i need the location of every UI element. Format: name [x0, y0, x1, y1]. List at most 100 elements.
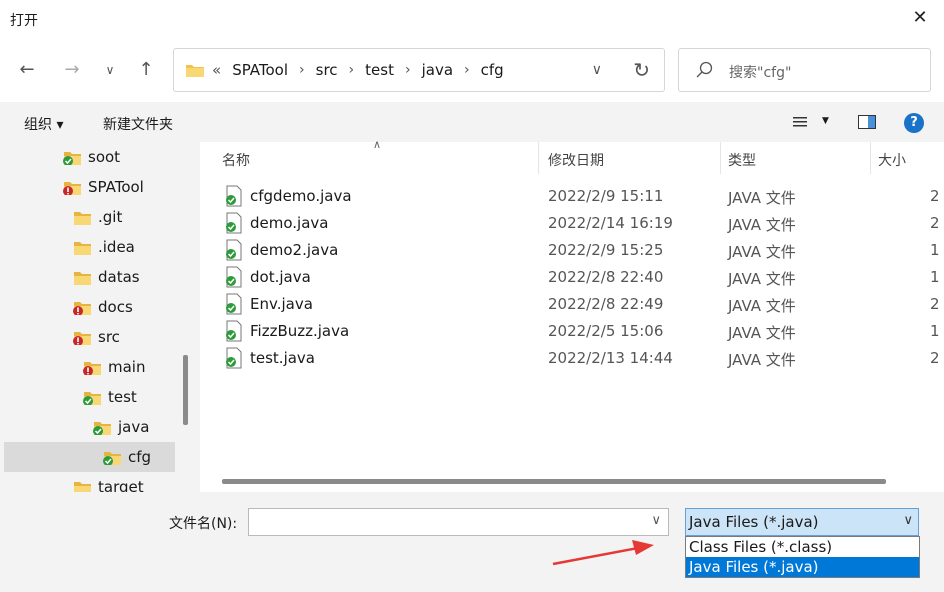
file-size: 1	[930, 322, 940, 340]
search-icon	[696, 61, 713, 78]
tree-item-idea[interactable]: .idea	[4, 232, 175, 262]
file-row[interactable]: demo.java 2022/2/14 16:19 JAVA 文件 2	[222, 210, 944, 237]
column-header-date[interactable]: 修改日期	[548, 150, 604, 170]
sort-up-icon: ∧	[373, 138, 382, 151]
breadcrumb-item[interactable]: test	[365, 61, 394, 79]
breadcrumb-overflow[interactable]: «	[212, 61, 221, 79]
tree-item-label: SPATool	[88, 178, 144, 196]
breadcrumb-item[interactable]: src	[316, 61, 338, 79]
folder-icon	[83, 362, 101, 375]
column-divider[interactable]	[538, 142, 539, 174]
file-row[interactable]: FizzBuzz.java 2022/2/5 15:06 JAVA 文件 1	[222, 318, 944, 345]
chevron-down-icon[interactable]: ∨	[903, 513, 913, 528]
preview-pane-icon[interactable]	[858, 115, 876, 129]
filetype-option[interactable]: Class Files (*.class)	[686, 537, 919, 557]
tree-scrollbar[interactable]	[183, 355, 188, 425]
file-row[interactable]: Env.java 2022/2/8 22:49 JAVA 文件 2	[222, 291, 944, 318]
tree-item-cfg[interactable]: cfg	[4, 442, 175, 472]
filetype-option-highlighted[interactable]: Java Files (*.java)	[686, 557, 919, 577]
close-icon[interactable]: ✕	[910, 8, 930, 28]
tree-item-label: docs	[98, 298, 133, 316]
file-row[interactable]: demo2.java 2022/2/9 15:25 JAVA 文件 1	[222, 237, 944, 264]
java-file-icon	[226, 347, 242, 369]
chevron-right-icon: ›	[348, 62, 355, 78]
file-type: JAVA 文件	[728, 270, 796, 288]
tree-item-label: datas	[98, 268, 140, 286]
organize-button[interactable]: 组织 ▾	[24, 114, 63, 134]
address-bar[interactable]: « SPATool › src › test › java › cfg ∨ ↻	[173, 48, 665, 92]
file-name: cfgdemo.java	[250, 187, 352, 205]
folder-icon	[73, 302, 91, 315]
filename-label: 文件名(N):	[169, 516, 238, 532]
folder-icon	[93, 422, 111, 435]
tree-item-java[interactable]: java	[4, 412, 175, 442]
tree-item-src[interactable]: src	[4, 322, 175, 352]
file-size: 1	[930, 268, 940, 286]
java-file-icon	[226, 185, 242, 207]
column-header-row: 名称 ∧ 修改日期 类型 大小	[200, 138, 944, 174]
column-divider[interactable]	[720, 142, 721, 174]
column-divider[interactable]	[870, 142, 871, 174]
caret-down-icon[interactable]: ▼	[822, 116, 829, 126]
file-size: 2	[930, 295, 940, 313]
tree-item-spatool[interactable]: SPATool	[4, 172, 175, 202]
breadcrumb-item[interactable]: java	[422, 61, 453, 79]
tree-item-datas[interactable]: datas	[4, 262, 175, 292]
refresh-icon[interactable]: ↻	[633, 58, 650, 82]
java-file-icon	[226, 212, 242, 234]
arrow-left-icon[interactable]: ←	[17, 60, 37, 80]
file-name: demo2.java	[250, 241, 339, 259]
file-size: 1	[930, 241, 940, 259]
breadcrumb-item[interactable]: SPATool	[232, 61, 288, 79]
chevron-right-icon: ›	[299, 62, 305, 78]
filename-input[interactable]: ∨	[248, 508, 669, 536]
chevron-down-icon[interactable]: ∨	[651, 513, 661, 528]
breadcrumb: « SPATool › src › test › java › cfg	[212, 61, 504, 79]
column-header-name[interactable]: 名称	[222, 150, 250, 170]
tree-item-test[interactable]: test	[4, 382, 175, 412]
chevron-right-icon: ›	[464, 62, 470, 78]
file-date: 2022/2/14 16:19	[548, 214, 673, 232]
help-icon[interactable]: ?	[904, 113, 924, 133]
horizontal-scrollbar[interactable]	[222, 479, 886, 484]
tree-item-label: src	[98, 328, 120, 346]
file-row[interactable]: cfgdemo.java 2022/2/9 15:11 JAVA 文件 2	[222, 183, 944, 210]
search-box[interactable]: 搜索"cfg"	[678, 48, 931, 92]
file-date: 2022/2/9 15:25	[548, 241, 664, 259]
chevron-down-icon[interactable]: ∨	[100, 60, 120, 80]
file-row[interactable]: test.java 2022/2/13 14:44 JAVA 文件 2	[222, 345, 944, 372]
folder-icon	[63, 152, 81, 165]
filetype-dropdown: Class Files (*.class) Java Files (*.java…	[685, 536, 920, 578]
breadcrumb-item[interactable]: cfg	[481, 61, 504, 79]
column-header-size[interactable]: 大小	[878, 150, 906, 170]
filetype-select[interactable]: Java Files (*.java) ∨	[685, 508, 919, 536]
chevron-down-icon[interactable]: ∨	[592, 62, 602, 78]
file-name: dot.java	[250, 268, 311, 286]
filetype-selected: Java Files (*.java)	[689, 513, 819, 531]
file-date: 2022/2/13 14:44	[548, 349, 673, 367]
tree-item-label: soot	[88, 148, 121, 166]
file-name: test.java	[250, 349, 316, 367]
navigation-bar: ← → ∨ ↑ « SPATool › src › test › java › cfg …	[0, 38, 944, 102]
new-folder-button[interactable]: 新建文件夹	[103, 114, 173, 134]
folder-icon	[73, 332, 91, 345]
file-date: 2022/2/8 22:40	[548, 268, 664, 286]
java-file-icon	[226, 239, 242, 261]
column-header-type[interactable]: 类型	[728, 150, 756, 170]
tree-item-git[interactable]: .git	[4, 202, 175, 232]
tree-item-label: .idea	[98, 238, 135, 256]
file-name: Env.java	[250, 295, 313, 313]
folder-icon	[74, 482, 91, 492]
folder-icon	[63, 182, 81, 195]
tree-item-docs[interactable]: docs	[4, 292, 175, 322]
file-type: JAVA 文件	[728, 216, 796, 234]
tree-item-target[interactable]: target	[4, 472, 175, 492]
file-row[interactable]: dot.java 2022/2/8 22:40 JAVA 文件 1	[222, 264, 944, 291]
view-list-icon[interactable]	[792, 114, 808, 130]
tree-item-main[interactable]: main	[4, 352, 175, 382]
folder-icon	[103, 452, 121, 465]
arrow-right-icon[interactable]: →	[62, 60, 82, 80]
folder-icon	[74, 242, 91, 255]
arrow-up-icon[interactable]: ↑	[136, 60, 156, 80]
tree-item-soot[interactable]: soot	[4, 142, 175, 172]
